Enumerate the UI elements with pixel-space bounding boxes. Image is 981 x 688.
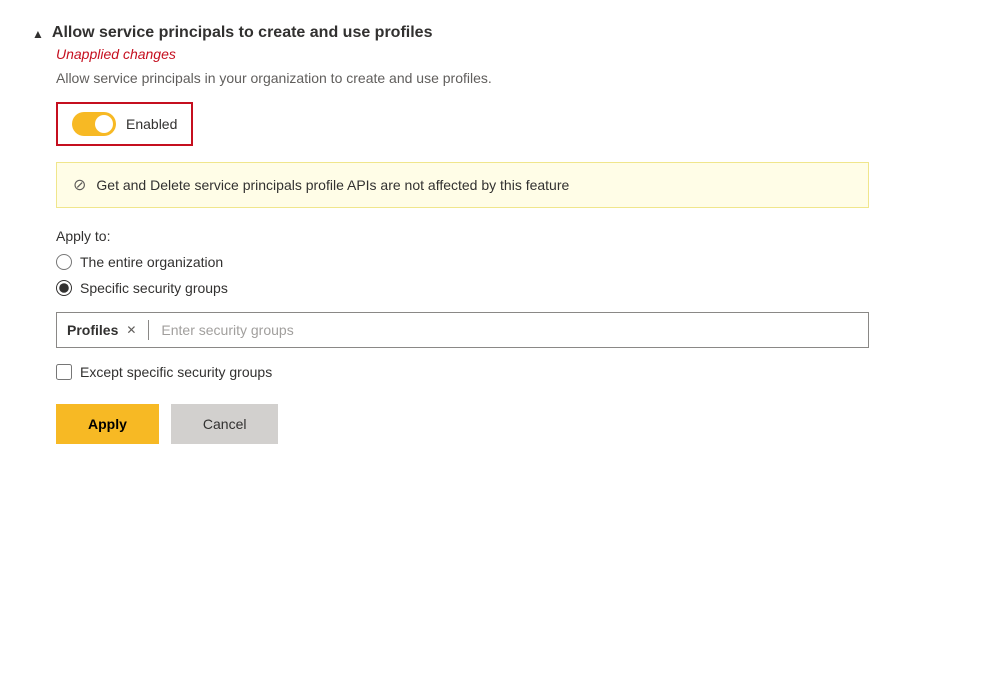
button-row: Apply Cancel	[56, 404, 949, 444]
tag-separator	[148, 320, 149, 340]
radio-entire-org-input[interactable]	[56, 254, 72, 270]
radio-group: The entire organization Specific securit…	[56, 254, 949, 296]
toggle-container: Enabled	[56, 102, 193, 146]
apply-button[interactable]: Apply	[56, 404, 159, 444]
unapplied-changes-label: Unapplied changes	[56, 46, 949, 62]
radio-entire-org-label: The entire organization	[80, 254, 223, 270]
info-banner-text: Get and Delete service principals profil…	[96, 177, 569, 193]
tag-remove-button[interactable]: ✕	[126, 323, 136, 337]
enabled-toggle[interactable]	[72, 112, 116, 136]
profiles-tag: Profiles	[67, 322, 118, 338]
section-description: Allow service principals in your organiz…	[56, 70, 949, 86]
section-header: ▲ Allow service principals to create and…	[32, 24, 949, 42]
info-banner: ⊘ Get and Delete service principals prof…	[56, 162, 869, 208]
radio-entire-org[interactable]: The entire organization	[56, 254, 949, 270]
except-checkbox-item[interactable]: Except specific security groups	[56, 364, 949, 380]
radio-specific-groups[interactable]: Specific security groups	[56, 280, 949, 296]
apply-to-label: Apply to:	[56, 228, 949, 244]
security-groups-input-container[interactable]: Profiles ✕ Enter security groups	[56, 312, 869, 348]
toggle-label: Enabled	[126, 116, 177, 132]
radio-specific-groups-input[interactable]	[56, 280, 72, 296]
info-icon: ⊘	[73, 175, 86, 195]
collapse-arrow-icon[interactable]: ▲	[32, 27, 44, 41]
except-checkbox-input[interactable]	[56, 364, 72, 380]
tag-label: Profiles	[67, 322, 118, 338]
except-checkbox-label: Except specific security groups	[80, 364, 272, 380]
cancel-button[interactable]: Cancel	[171, 404, 279, 444]
section-title: Allow service principals to create and u…	[52, 24, 433, 42]
radio-specific-groups-label: Specific security groups	[80, 280, 228, 296]
security-groups-placeholder[interactable]: Enter security groups	[161, 322, 858, 338]
